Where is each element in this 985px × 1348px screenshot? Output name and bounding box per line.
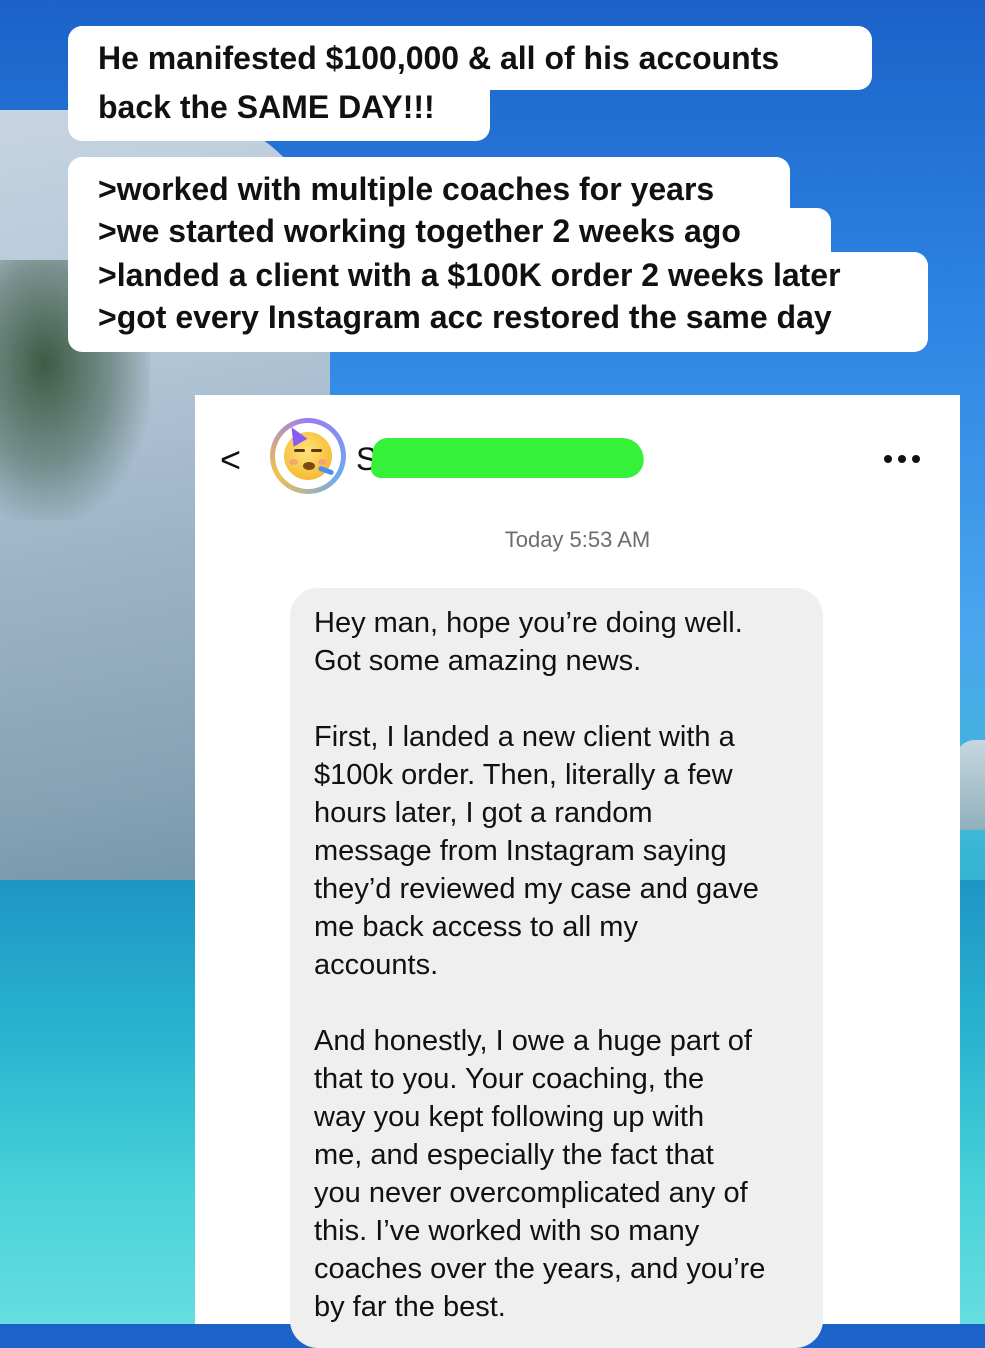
point-4: >got every Instagram acc restored the sa… (68, 296, 928, 352)
point-1: >worked with multiple coaches for years (68, 157, 790, 213)
headline-line-2: back the SAME DAY!!! (68, 86, 490, 141)
more-horizontal-icon[interactable] (884, 452, 928, 466)
chevron-left-icon[interactable]: < (220, 440, 256, 480)
point-3: >landed a client with a $100K order 2 we… (68, 252, 928, 300)
message-paragraph: Hey man, hope you’re doing well. Got som… (314, 607, 743, 677)
point-2: >we started working together 2 weeks ago (68, 208, 831, 256)
redacted-contact-name (369, 438, 647, 478)
message-text: Hey man, hope you’re doing well. Got som… (314, 604, 814, 1326)
message-paragraph: First, I landed a new client with a $100… (314, 721, 759, 981)
contact-avatar[interactable] (270, 418, 346, 494)
headline-line-1: He manifested $100,000 & all of his acco… (68, 26, 872, 90)
message-timestamp: Today 5:53 AM (504, 527, 651, 552)
party-face-emoji-icon (284, 423, 335, 480)
message-paragraph: And honestly, I owe a huge part of that … (314, 1025, 766, 1323)
